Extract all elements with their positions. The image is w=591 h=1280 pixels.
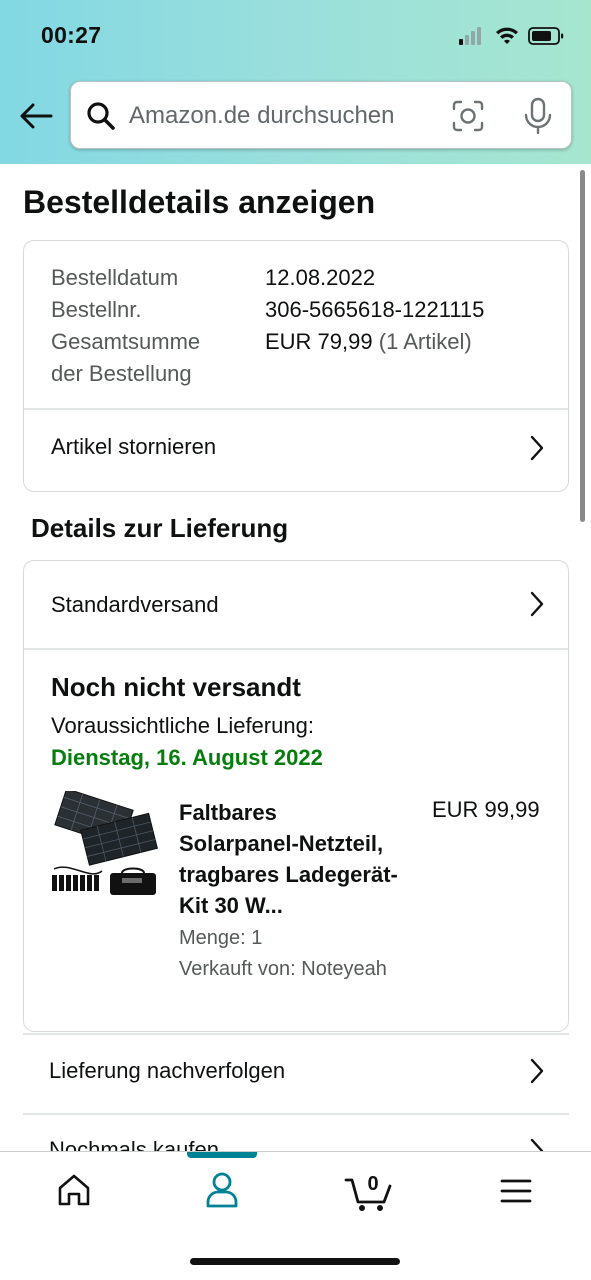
camera-scan-icon[interactable] <box>451 99 485 133</box>
order-total-label-line2: der Bestellung <box>51 361 192 386</box>
microphone-icon[interactable] <box>521 97 555 135</box>
tab-account[interactable] <box>192 1166 252 1216</box>
cancel-items-label: Artikel stornieren <box>51 434 217 459</box>
wifi-icon <box>496 27 518 44</box>
expected-delivery-date: Dienstag, 16. August 2022 <box>51 745 323 770</box>
order-total-label-line1: Gesamtsumme <box>51 329 201 354</box>
battery-icon <box>528 27 564 45</box>
menu-icon <box>500 1179 532 1203</box>
search-icon <box>87 102 115 130</box>
order-item-count: (1 Artikel) <box>378 329 472 354</box>
status-icons <box>459 27 564 45</box>
shipping-method-row[interactable]: Standardversand <box>24 561 568 648</box>
order-date-value: 12.08.2022 <box>265 265 376 290</box>
product-title-line: Kit 30 W... <box>179 893 283 918</box>
back-button[interactable] <box>16 96 56 136</box>
home-icon <box>58 1174 90 1206</box>
product-title-link[interactable]: Faltbares Solarpanel-Netzteil, tragbares… <box>179 797 424 921</box>
tab-home[interactable] <box>44 1166 104 1216</box>
product-title-line: Faltbares <box>179 800 277 825</box>
shipment-status: Noch nicht versandt <box>51 672 301 702</box>
product-image[interactable] <box>50 791 158 903</box>
track-delivery-row[interactable]: Lieferung nachverfolgen <box>23 1034 569 1114</box>
shipping-method-label: Standardversand <box>51 592 219 617</box>
order-summary-card: Bestelldatum 12.08.2022 Bestellnr. 306-5… <box>23 240 569 492</box>
account-icon <box>206 1172 238 1208</box>
product-title-line: tragbares Ladegerät- <box>179 862 398 887</box>
cart-count: 0 <box>367 1173 378 1195</box>
product-title-line: Solarpanel-Netzteil, <box>179 831 384 856</box>
divider <box>24 648 568 650</box>
order-date-label: Bestelldatum <box>51 265 179 290</box>
page-title: Bestelldetails anzeigen <box>23 184 376 220</box>
tab-menu[interactable] <box>486 1166 546 1216</box>
order-total-amount: EUR 79,99 <box>265 329 373 354</box>
cart-icon: 0 <box>344 1173 392 1211</box>
order-number-label: Bestellnr. <box>51 297 142 322</box>
header: 00:27 <box>0 0 591 164</box>
track-delivery-label: Lieferung nachverfolgen <box>49 1058 286 1083</box>
chevron-right-icon <box>530 435 544 461</box>
signal-icon <box>459 27 481 45</box>
search-bar[interactable] <box>70 81 572 149</box>
product-seller: Verkauft von: Noteyeah <box>179 958 387 980</box>
home-indicator[interactable] <box>190 1258 400 1265</box>
scrollbar[interactable] <box>580 170 585 522</box>
chevron-right-icon <box>530 1058 544 1084</box>
status-time: 00:27 <box>41 22 102 48</box>
product-price: EUR 99,99 <box>432 797 540 822</box>
chevron-right-icon <box>530 591 544 617</box>
delivery-section-title: Details zur Lieferung <box>31 513 289 543</box>
buy-again-row[interactable]: Nochmals kaufen <box>23 1114 569 1154</box>
expected-delivery-label: Voraussichtliche Lieferung: <box>51 713 314 738</box>
cancel-items-row[interactable]: Artikel stornieren <box>24 409 568 491</box>
order-total-value: EUR 79,99 (1 Artikel) <box>265 326 472 358</box>
order-number-value: 306-5665618-1221115 <box>265 297 485 322</box>
product-quantity: Menge: 1 <box>179 927 263 949</box>
delivery-card: Standardversand Noch nicht versandt Vora… <box>23 560 569 1032</box>
active-tab-indicator <box>187 1152 257 1158</box>
back-arrow-icon <box>20 103 53 129</box>
search-input[interactable] <box>129 94 419 138</box>
tab-cart[interactable]: 0 <box>340 1166 400 1216</box>
